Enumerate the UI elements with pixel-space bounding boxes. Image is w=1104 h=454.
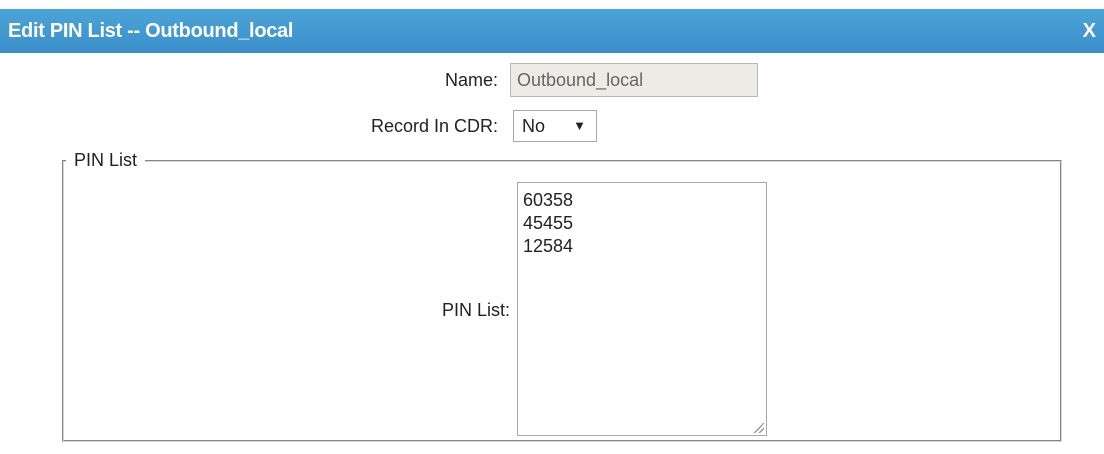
record-cdr-label: Record In CDR:: [370, 116, 498, 136]
dialog-title-bar[interactable]: Edit PIN List -- Outbound_local X: [0, 9, 1104, 53]
pin-entry: 60358: [523, 190, 574, 210]
pin-list-legend: PIN List: [74, 150, 138, 170]
chevron-down-icon: ▼: [573, 118, 586, 133]
record-cdr-selected-value: No: [522, 116, 546, 136]
pin-entry: 12584: [523, 236, 574, 256]
name-label: Name:: [444, 70, 498, 90]
pin-list-textarea[interactable]: 60358 45455 12584: [517, 182, 767, 436]
dialog-title: Edit PIN List -- Outbound_local: [8, 20, 294, 42]
pin-list-label: PIN List:: [441, 300, 510, 320]
edit-pin-list-dialog: Edit PIN List -- Outbound_local X Name: …: [0, 0, 1104, 454]
record-cdr-select[interactable]: No ▼: [513, 110, 597, 142]
name-input[interactable]: [510, 63, 758, 97]
close-button[interactable]: X: [1083, 9, 1096, 53]
pin-entry: 45455: [523, 213, 574, 233]
resize-grip-icon[interactable]: [754, 423, 764, 433]
